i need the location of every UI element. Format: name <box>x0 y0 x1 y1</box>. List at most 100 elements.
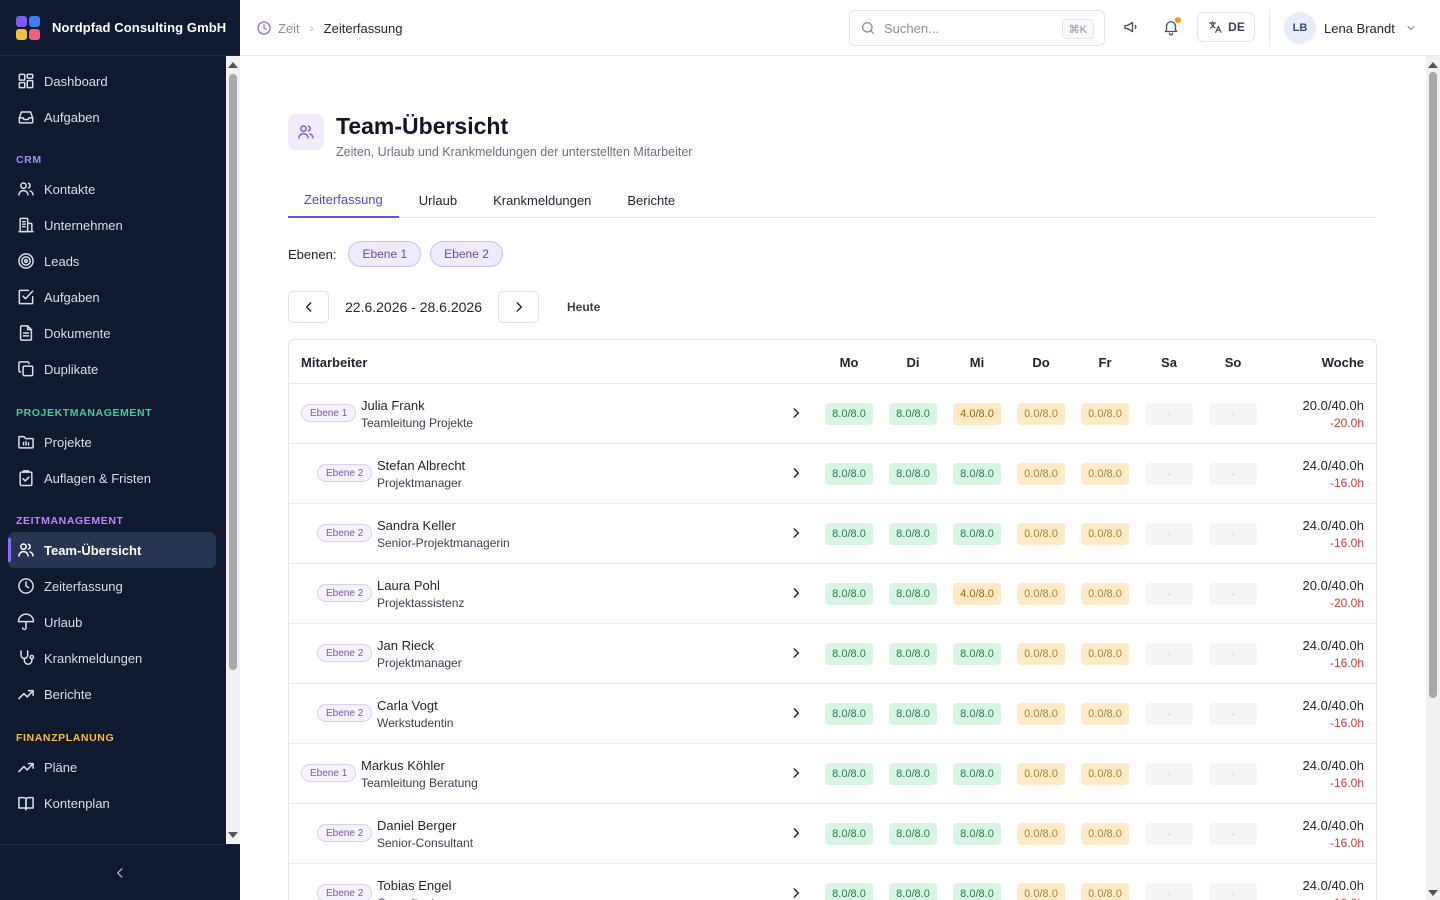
scrollbar-thumb[interactable] <box>1429 72 1437 698</box>
scrollbar-thumb[interactable] <box>229 74 237 670</box>
search-box[interactable]: ⌘K <box>849 10 1105 46</box>
previous-week-button[interactable] <box>288 291 329 323</box>
sidebar-item-leads[interactable]: Leads <box>8 243 216 279</box>
table-row[interactable]: Ebene 2 Daniel Berger Senior-Consultant 8.0… <box>289 804 1376 864</box>
next-week-button[interactable] <box>498 291 540 323</box>
day-cell-sa[interactable]: - <box>1145 823 1193 845</box>
sidebar-item-kontenplan[interactable]: Kontenplan <box>8 785 216 821</box>
tab-krankmeldungen[interactable]: Krankmeldungen <box>477 182 607 218</box>
day-cell-mo[interactable]: 8.0/8.0 <box>825 403 873 425</box>
day-cell-mi[interactable]: 8.0/8.0 <box>953 523 1001 545</box>
day-cell-di[interactable]: 8.0/8.0 <box>889 643 937 665</box>
day-cell-fr[interactable]: 0.0/8.0 <box>1081 583 1129 605</box>
chevron-right-icon[interactable] <box>789 766 803 780</box>
search-input[interactable] <box>884 20 1054 36</box>
day-cell-di[interactable]: 8.0/8.0 <box>889 823 937 845</box>
day-cell-fr[interactable]: 0.0/8.0 <box>1081 643 1129 665</box>
day-cell-sa[interactable]: - <box>1145 703 1193 725</box>
chevron-right-icon[interactable] <box>789 646 803 660</box>
collapse-sidebar-button[interactable] <box>0 844 240 900</box>
table-row[interactable]: Ebene 2 Carla Vogt Werkstudentin 8.0/8.0 8.0… <box>289 684 1376 744</box>
sidebar-item-aufgaben[interactable]: Aufgaben <box>8 279 216 315</box>
sidebar-item-dokumente[interactable]: Dokumente <box>8 315 216 351</box>
day-cell-mi[interactable]: 8.0/8.0 <box>953 823 1001 845</box>
table-row[interactable]: Ebene 2 Stefan Albrecht Projektmanager 8.0/… <box>289 444 1376 504</box>
day-cell-sa[interactable]: - <box>1145 463 1193 485</box>
sidebar-item-auflagen-fristen[interactable]: Auflagen & Fristen <box>8 460 216 496</box>
day-cell-mi[interactable]: 4.0/8.0 <box>953 583 1001 605</box>
day-cell-do[interactable]: 0.0/8.0 <box>1017 763 1065 785</box>
day-cell-fr[interactable]: 0.0/8.0 <box>1081 403 1129 425</box>
day-cell-do[interactable]: 0.0/8.0 <box>1017 403 1065 425</box>
announcements-button[interactable] <box>1120 16 1142 38</box>
day-cell-do[interactable]: 0.0/8.0 <box>1017 643 1065 665</box>
sidebar-item-krankmeldungen[interactable]: Krankmeldungen <box>8 640 216 676</box>
day-cell-mo[interactable]: 8.0/8.0 <box>825 703 873 725</box>
day-cell-di[interactable]: 8.0/8.0 <box>889 583 937 605</box>
chevron-right-icon[interactable] <box>789 466 803 480</box>
day-cell-mo[interactable]: 8.0/8.0 <box>825 463 873 485</box>
sidebar-item-projekte[interactable]: Projekte <box>8 424 216 460</box>
day-cell-fr[interactable]: 0.0/8.0 <box>1081 763 1129 785</box>
tab-berichte[interactable]: Berichte <box>611 182 691 218</box>
day-cell-so[interactable]: - <box>1209 883 1257 900</box>
day-cell-mo[interactable]: 8.0/8.0 <box>825 763 873 785</box>
day-cell-mi[interactable]: 8.0/8.0 <box>953 703 1001 725</box>
level-chip-ebene-2[interactable]: Ebene 2 <box>430 241 503 267</box>
notifications-button[interactable] <box>1160 16 1182 38</box>
day-cell-so[interactable]: - <box>1209 643 1257 665</box>
sidebar-item-plaene[interactable]: Pläne <box>8 749 216 785</box>
day-cell-mo[interactable]: 8.0/8.0 <box>825 823 873 845</box>
day-cell-fr[interactable]: 0.0/8.0 <box>1081 703 1129 725</box>
scroll-up-icon[interactable] <box>1428 62 1438 68</box>
day-cell-so[interactable]: - <box>1209 763 1257 785</box>
chevron-right-icon[interactable] <box>789 886 803 900</box>
day-cell-fr[interactable]: 0.0/8.0 <box>1081 883 1129 900</box>
chevron-right-icon[interactable] <box>789 526 803 540</box>
sidebar-item-dashboard[interactable]: Dashboard <box>8 63 216 99</box>
day-cell-mi[interactable]: 8.0/8.0 <box>953 763 1001 785</box>
day-cell-mi[interactable]: 8.0/8.0 <box>953 463 1001 485</box>
day-cell-do[interactable]: 0.0/8.0 <box>1017 523 1065 545</box>
table-row[interactable]: Ebene 2 Laura Pohl Projektassistenz 8.0/8.0… <box>289 564 1376 624</box>
day-cell-sa[interactable]: - <box>1145 763 1193 785</box>
tab-zeiterfassung[interactable]: Zeiterfassung <box>288 182 399 218</box>
day-cell-sa[interactable]: - <box>1145 583 1193 605</box>
day-cell-so[interactable]: - <box>1209 463 1257 485</box>
day-cell-fr[interactable]: 0.0/8.0 <box>1081 823 1129 845</box>
day-cell-mo[interactable]: 8.0/8.0 <box>825 583 873 605</box>
main-scrollbar[interactable] <box>1426 56 1440 900</box>
sidebar-item-berichte[interactable]: Berichte <box>8 676 216 712</box>
day-cell-so[interactable]: - <box>1209 583 1257 605</box>
sidebar-item-kontakte[interactable]: Kontakte <box>8 171 216 207</box>
day-cell-mo[interactable]: 8.0/8.0 <box>825 883 873 900</box>
day-cell-di[interactable]: 8.0/8.0 <box>889 403 937 425</box>
day-cell-do[interactable]: 0.0/8.0 <box>1017 463 1065 485</box>
sidebar-item-duplikate[interactable]: Duplikate <box>8 351 216 387</box>
day-cell-mi[interactable]: 8.0/8.0 <box>953 643 1001 665</box>
day-cell-sa[interactable]: - <box>1145 643 1193 665</box>
today-button[interactable]: Heute <box>567 300 600 314</box>
day-cell-mi[interactable]: 8.0/8.0 <box>953 883 1001 900</box>
user-menu-button[interactable]: LB Lena Brandt <box>1284 11 1417 45</box>
language-switch-button[interactable]: DE <box>1197 12 1255 42</box>
table-row[interactable]: Ebene 2 Jan Rieck Projektmanager 8.0/8.0 8.0… <box>289 624 1376 684</box>
day-cell-so[interactable]: - <box>1209 403 1257 425</box>
chevron-right-icon[interactable] <box>789 586 803 600</box>
sidebar-item-team-uebersicht[interactable]: Team-Übersicht <box>8 532 216 568</box>
chevron-right-icon[interactable] <box>789 706 803 720</box>
chevron-right-icon[interactable] <box>789 826 803 840</box>
day-cell-fr[interactable]: 0.0/8.0 <box>1081 463 1129 485</box>
table-row[interactable]: Ebene 1 Julia Frank Teamleitung Projekte 8.… <box>289 384 1376 444</box>
brand[interactable]: Nordpfad Consulting GmbH <box>0 0 240 56</box>
day-cell-sa[interactable]: - <box>1145 523 1193 545</box>
chevron-right-icon[interactable] <box>789 406 803 420</box>
scroll-down-icon[interactable] <box>228 832 238 838</box>
day-cell-di[interactable]: 8.0/8.0 <box>889 883 937 900</box>
day-cell-sa[interactable]: - <box>1145 403 1193 425</box>
sidebar-item-urlaub[interactable]: Urlaub <box>8 604 216 640</box>
level-chip-ebene-1[interactable]: Ebene 1 <box>348 241 422 267</box>
day-cell-di[interactable]: 8.0/8.0 <box>889 703 937 725</box>
sidebar-scrollbar[interactable] <box>226 56 240 844</box>
table-row[interactable]: Ebene 2 Tobias Engel Consultant 8.0/8.0 8.0/… <box>289 864 1376 900</box>
